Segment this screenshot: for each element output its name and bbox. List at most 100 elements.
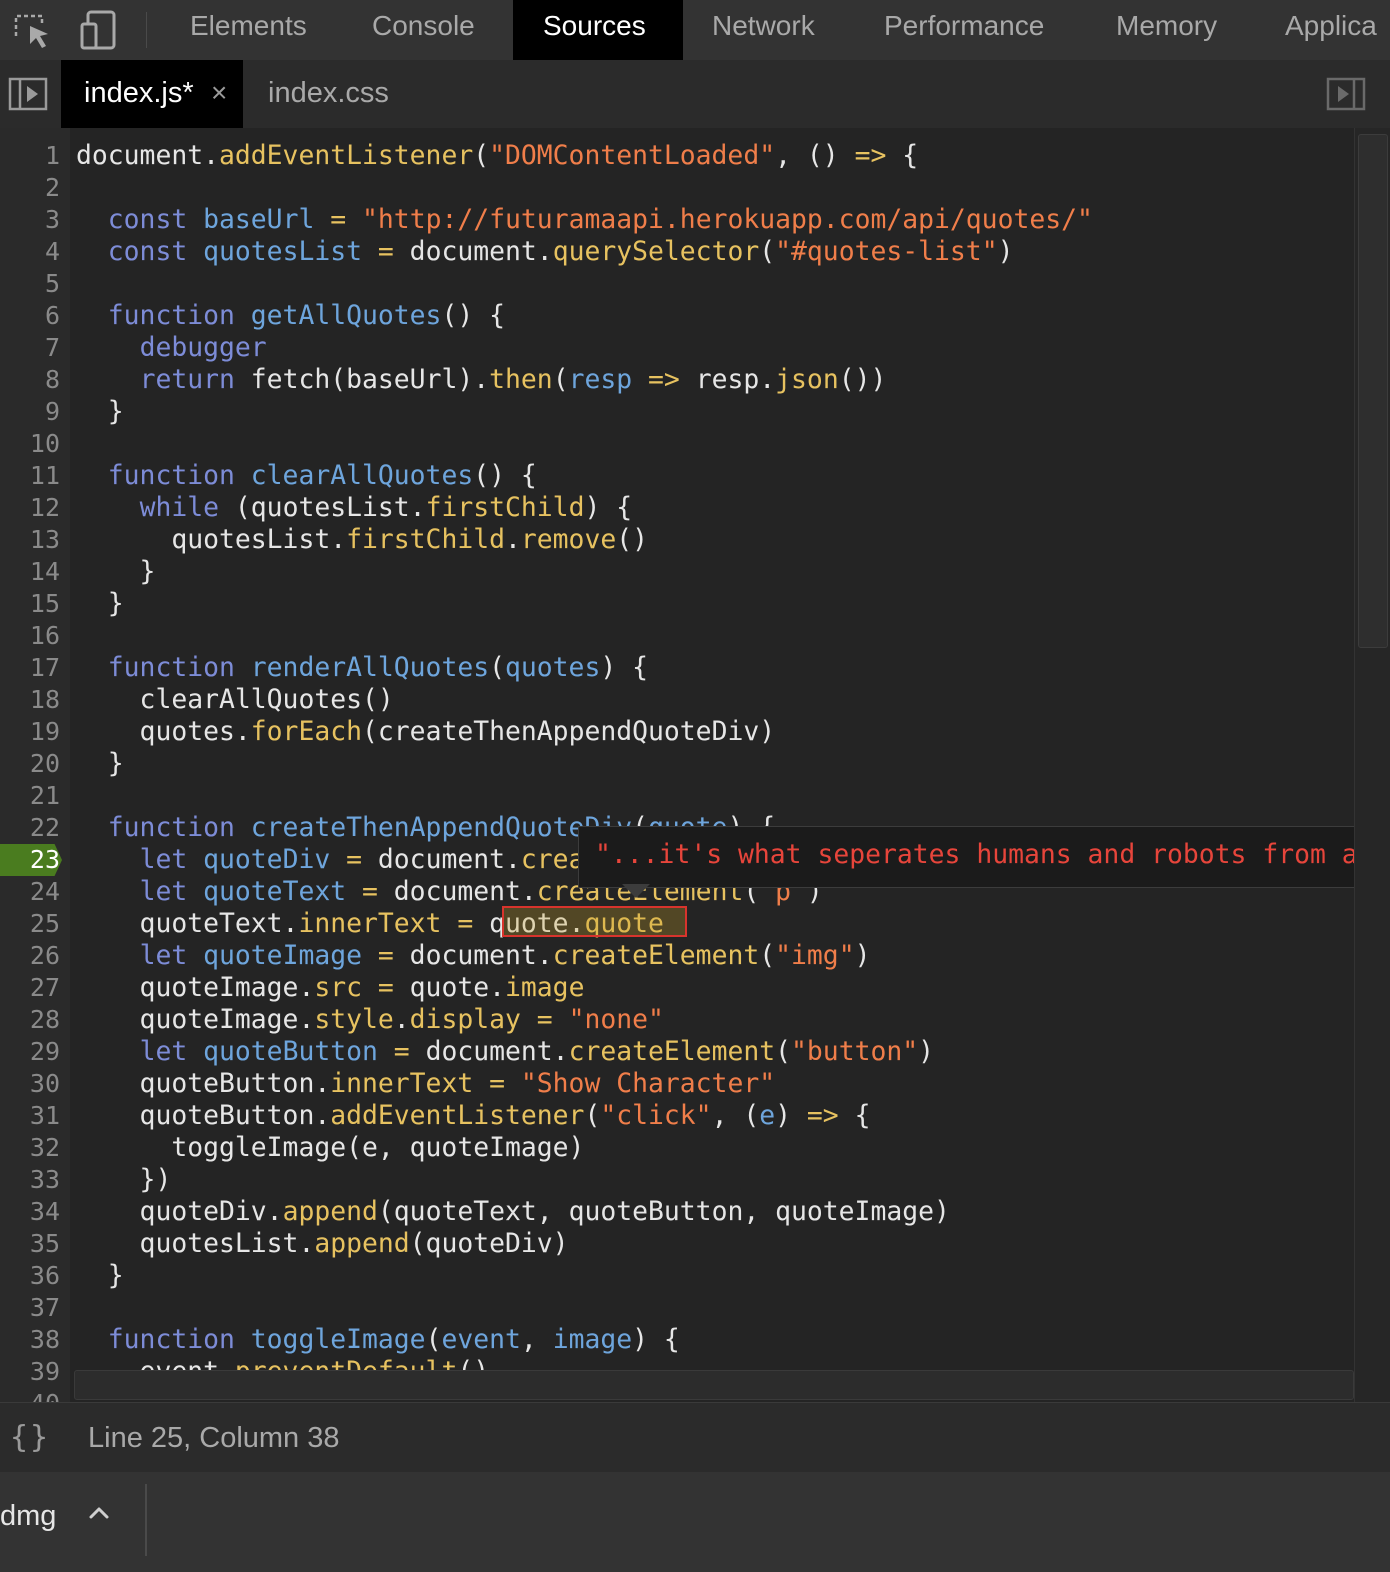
code-token: querySelector <box>552 236 760 267</box>
line-number[interactable]: 25 <box>0 908 60 940</box>
code-token: "click" <box>600 1100 712 1131</box>
line-number[interactable]: 9 <box>0 396 60 428</box>
code-line: function renderAllQuotes(quotes) { <box>76 652 648 684</box>
code-token: quoteButton. <box>76 1068 331 1099</box>
line-number[interactable]: 12 <box>0 492 60 524</box>
line-number[interactable]: 34 <box>0 1196 60 1228</box>
chevron-up-icon[interactable] <box>84 1498 114 1533</box>
tab-application[interactable]: Applica <box>1255 0 1390 60</box>
line-number[interactable]: 19 <box>0 716 60 748</box>
download-item-name[interactable]: dmg <box>0 1500 56 1533</box>
line-number[interactable]: 16 <box>0 620 60 652</box>
line-number[interactable]: 17 <box>0 652 60 684</box>
code-token: { <box>838 1100 871 1131</box>
line-number[interactable]: 2 <box>0 172 60 204</box>
line-number[interactable]: 38 <box>0 1324 60 1356</box>
code-token: quoteDiv <box>203 844 331 875</box>
line-number[interactable]: 14 <box>0 556 60 588</box>
line-number[interactable]: 31 <box>0 1100 60 1132</box>
line-number[interactable]: 11 <box>0 460 60 492</box>
code-line: let quoteButton = document.createElement… <box>76 1036 934 1068</box>
line-number[interactable]: 39 <box>0 1356 60 1388</box>
line-number[interactable]: 35 <box>0 1228 60 1260</box>
line-number[interactable]: 36 <box>0 1260 60 1292</box>
line-number[interactable]: 30 <box>0 1068 60 1100</box>
line-number[interactable]: 7 <box>0 332 60 364</box>
line-number[interactable]: 26 <box>0 940 60 972</box>
code-token: while <box>139 492 220 523</box>
code-line: quotesList.firstChild.remove() <box>76 524 648 556</box>
inspect-element-icon[interactable] <box>8 0 56 60</box>
line-number[interactable]: 27 <box>0 972 60 1004</box>
vertical-scrollbar-thumb[interactable] <box>1358 134 1388 648</box>
code-token: then <box>489 364 553 395</box>
tab-performance[interactable]: Performance <box>854 0 1074 60</box>
value-popover: "...it's what seperates humans and robot… <box>578 826 1390 888</box>
device-toggle-icon[interactable] <box>72 0 124 60</box>
code-token: renderAllQuotes <box>250 652 490 683</box>
line-number[interactable]: 20 <box>0 748 60 780</box>
code-token: (quoteDiv) <box>409 1228 569 1259</box>
code-token: "img" <box>775 940 855 971</box>
line-number[interactable]: 5 <box>0 268 60 300</box>
line-number[interactable]: 40 <box>0 1388 60 1402</box>
close-icon[interactable]: × <box>211 60 227 126</box>
code-token: debugger <box>139 332 267 363</box>
breakpoint-line-number[interactable]: 23 <box>0 844 60 876</box>
code-token: = <box>362 876 378 907</box>
code-token: ( <box>552 364 569 395</box>
code-editor[interactable]: 1234567891011121314151617181920212223242… <box>0 128 1390 1402</box>
code-token: e <box>759 1100 776 1131</box>
line-number[interactable]: 29 <box>0 1036 60 1068</box>
line-number[interactable]: 22 <box>0 812 60 844</box>
line-number-gutter[interactable]: 1234567891011121314151617181920212223242… <box>0 128 70 1402</box>
line-number[interactable]: 10 <box>0 428 60 460</box>
line-number[interactable]: 6 <box>0 300 60 332</box>
tab-console[interactable]: Console <box>342 0 505 60</box>
line-number[interactable]: 21 <box>0 780 60 812</box>
line-number[interactable]: 32 <box>0 1132 60 1164</box>
code-token: document. <box>393 236 553 267</box>
code-token: => <box>854 140 887 171</box>
toggle-navigator-icon[interactable] <box>8 64 48 124</box>
horizontal-scrollbar[interactable] <box>74 1370 1354 1400</box>
line-number[interactable]: 33 <box>0 1164 60 1196</box>
tab-memory[interactable]: Memory <box>1086 0 1247 60</box>
tab-elements[interactable]: Elements <box>160 0 337 60</box>
line-number[interactable]: 28 <box>0 1004 60 1036</box>
code-token: resp. <box>679 364 776 395</box>
line-number[interactable]: 18 <box>0 684 60 716</box>
code-token: document. <box>76 140 219 171</box>
download-divider <box>145 1484 147 1556</box>
code-token: let <box>139 1036 188 1067</box>
code-token: } <box>76 1260 124 1291</box>
code-token: = <box>489 1068 505 1099</box>
file-tab-index-js[interactable]: index.js* × <box>61 60 243 128</box>
code-token: quoteImage. <box>76 972 315 1003</box>
code-line: quotesList.append(quoteDiv) <box>76 1228 569 1260</box>
pretty-print-icon[interactable]: {} <box>10 1403 50 1473</box>
line-number[interactable]: 4 <box>0 236 60 268</box>
line-number[interactable]: 3 <box>0 204 60 236</box>
code-token: quotesList. <box>76 524 347 555</box>
line-number[interactable]: 37 <box>0 1292 60 1324</box>
tab-sources[interactable]: Sources <box>513 0 683 60</box>
code-token: addEventListener <box>219 140 474 171</box>
line-number[interactable]: 1 <box>0 140 60 172</box>
code-token: document. <box>393 940 553 971</box>
code-token: remove <box>520 524 617 555</box>
code-line: const baseUrl = "http://futuramaapi.hero… <box>76 204 1093 236</box>
line-number[interactable]: 8 <box>0 364 60 396</box>
toggle-debugger-icon[interactable] <box>1326 64 1366 124</box>
tab-network[interactable]: Network <box>682 0 845 60</box>
line-number[interactable]: 15 <box>0 588 60 620</box>
line-number[interactable]: 24 <box>0 876 60 908</box>
line-number[interactable]: 13 <box>0 524 60 556</box>
code-token: ( <box>584 1100 601 1131</box>
file-tab-index-css[interactable]: index.css <box>268 60 389 128</box>
